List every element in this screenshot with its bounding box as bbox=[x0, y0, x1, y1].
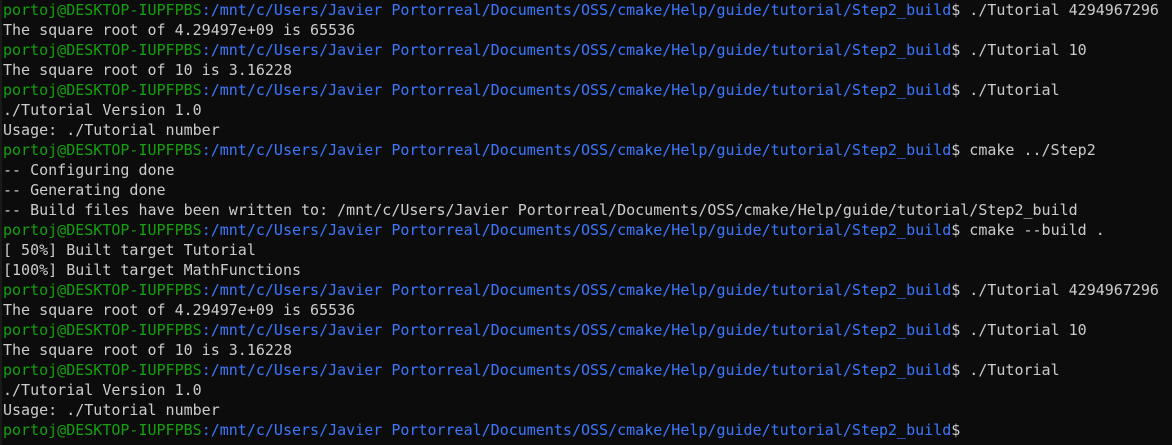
output-line: Usage: ./Tutorial number bbox=[3, 400, 1159, 420]
prompt-line: portoj@DESKTOP-IUPFPBS:/mnt/c/Users/Javi… bbox=[3, 280, 1159, 300]
output-text: The square root of 10 is 3.16228 bbox=[3, 341, 292, 359]
output-line: The square root of 4.29497e+09 is 65536 bbox=[3, 20, 1159, 40]
prompt-user-host: portoj@DESKTOP-IUPFPBS bbox=[3, 281, 202, 299]
output-line: The square root of 10 is 3.16228 bbox=[3, 340, 1159, 360]
prompt-path: :/mnt/c/Users/Javier Portorreal/Document… bbox=[201, 41, 952, 59]
output-text: [100%] Built target MathFunctions bbox=[3, 261, 302, 279]
command-text: ./Tutorial bbox=[960, 81, 1060, 99]
output-line: The square root of 4.29497e+09 is 65536 bbox=[3, 300, 1159, 320]
output-text: The square root of 4.29497e+09 is 65536 bbox=[3, 21, 356, 39]
output-line: [ 50%] Built target Tutorial bbox=[3, 240, 1159, 260]
command-text: cmake ../Step2 bbox=[960, 141, 1096, 159]
prompt-symbol: $ bbox=[951, 41, 961, 59]
prompt-path: :/mnt/c/Users/Javier Portorreal/Document… bbox=[201, 421, 952, 439]
command-text: ./Tutorial 10 bbox=[960, 41, 1087, 59]
prompt-user-host: portoj@DESKTOP-IUPFPBS bbox=[3, 81, 202, 99]
prompt-path: :/mnt/c/Users/Javier Portorreal/Document… bbox=[201, 221, 952, 239]
command-text: ./Tutorial 4294967296 bbox=[960, 281, 1159, 299]
prompt-user-host: portoj@DESKTOP-IUPFPBS bbox=[3, 1, 202, 19]
output-line: -- Generating done bbox=[3, 180, 1159, 200]
output-text: -- Build files have been written to: /mn… bbox=[3, 201, 1078, 219]
prompt-line: portoj@DESKTOP-IUPFPBS:/mnt/c/Users/Javi… bbox=[3, 140, 1159, 160]
output-line: Usage: ./Tutorial number bbox=[3, 120, 1159, 140]
prompt-line: portoj@DESKTOP-IUPFPBS:/mnt/c/Users/Javi… bbox=[3, 40, 1159, 60]
window-left-edge bbox=[0, 0, 2, 445]
prompt-line: portoj@DESKTOP-IUPFPBS:/mnt/c/Users/Javi… bbox=[3, 420, 1159, 440]
prompt-path: :/mnt/c/Users/Javier Portorreal/Document… bbox=[201, 81, 952, 99]
prompt-path: :/mnt/c/Users/Javier Portorreal/Document… bbox=[201, 1, 952, 19]
prompt-line: portoj@DESKTOP-IUPFPBS:/mnt/c/Users/Javi… bbox=[3, 0, 1159, 20]
terminal-output: portoj@DESKTOP-IUPFPBS:/mnt/c/Users/Javi… bbox=[3, 0, 1159, 440]
output-text: -- Generating done bbox=[3, 181, 166, 199]
output-text: ./Tutorial Version 1.0 bbox=[3, 101, 202, 119]
prompt-symbol: $ bbox=[951, 321, 961, 339]
prompt-line: portoj@DESKTOP-IUPFPBS:/mnt/c/Users/Javi… bbox=[3, 320, 1159, 340]
output-line: -- Build files have been written to: /mn… bbox=[3, 200, 1159, 220]
prompt-user-host: portoj@DESKTOP-IUPFPBS bbox=[3, 361, 202, 379]
prompt-line: portoj@DESKTOP-IUPFPBS:/mnt/c/Users/Javi… bbox=[3, 360, 1159, 380]
prompt-path: :/mnt/c/Users/Javier Portorreal/Document… bbox=[201, 141, 952, 159]
output-text: The square root of 10 is 3.16228 bbox=[3, 61, 292, 79]
prompt-user-host: portoj@DESKTOP-IUPFPBS bbox=[3, 221, 202, 239]
output-text: Usage: ./Tutorial number bbox=[3, 401, 220, 419]
output-text: The square root of 4.29497e+09 is 65536 bbox=[3, 301, 356, 319]
prompt-symbol: $ bbox=[951, 281, 961, 299]
command-text: ./Tutorial bbox=[960, 361, 1060, 379]
command-text: cmake --build . bbox=[960, 221, 1105, 239]
prompt-symbol: $ bbox=[951, 1, 961, 19]
prompt-path: :/mnt/c/Users/Javier Portorreal/Document… bbox=[201, 361, 952, 379]
command-text: ./Tutorial 10 bbox=[960, 321, 1087, 339]
prompt-path: :/mnt/c/Users/Javier Portorreal/Document… bbox=[201, 281, 952, 299]
output-line: The square root of 10 is 3.16228 bbox=[3, 60, 1159, 80]
terminal-window[interactable]: portoj@DESKTOP-IUPFPBS:/mnt/c/Users/Javi… bbox=[0, 0, 1172, 445]
prompt-symbol: $ bbox=[951, 81, 961, 99]
prompt-user-host: portoj@DESKTOP-IUPFPBS bbox=[3, 421, 202, 439]
output-line: ./Tutorial Version 1.0 bbox=[3, 380, 1159, 400]
prompt-path: :/mnt/c/Users/Javier Portorreal/Document… bbox=[201, 321, 952, 339]
prompt-symbol: $ bbox=[951, 421, 961, 439]
output-line: -- Configuring done bbox=[3, 160, 1159, 180]
prompt-user-host: portoj@DESKTOP-IUPFPBS bbox=[3, 321, 202, 339]
output-text: -- Configuring done bbox=[3, 161, 175, 179]
output-text: ./Tutorial Version 1.0 bbox=[3, 381, 202, 399]
prompt-symbol: $ bbox=[951, 221, 961, 239]
output-text: Usage: ./Tutorial number bbox=[3, 121, 220, 139]
output-line: ./Tutorial Version 1.0 bbox=[3, 100, 1159, 120]
command-text: ./Tutorial 4294967296 bbox=[960, 1, 1159, 19]
prompt-user-host: portoj@DESKTOP-IUPFPBS bbox=[3, 41, 202, 59]
output-line: [100%] Built target MathFunctions bbox=[3, 260, 1159, 280]
prompt-symbol: $ bbox=[951, 361, 961, 379]
prompt-line: portoj@DESKTOP-IUPFPBS:/mnt/c/Users/Javi… bbox=[3, 80, 1159, 100]
output-text: [ 50%] Built target Tutorial bbox=[3, 241, 256, 259]
prompt-user-host: portoj@DESKTOP-IUPFPBS bbox=[3, 141, 202, 159]
prompt-line: portoj@DESKTOP-IUPFPBS:/mnt/c/Users/Javi… bbox=[3, 220, 1159, 240]
prompt-symbol: $ bbox=[951, 141, 961, 159]
